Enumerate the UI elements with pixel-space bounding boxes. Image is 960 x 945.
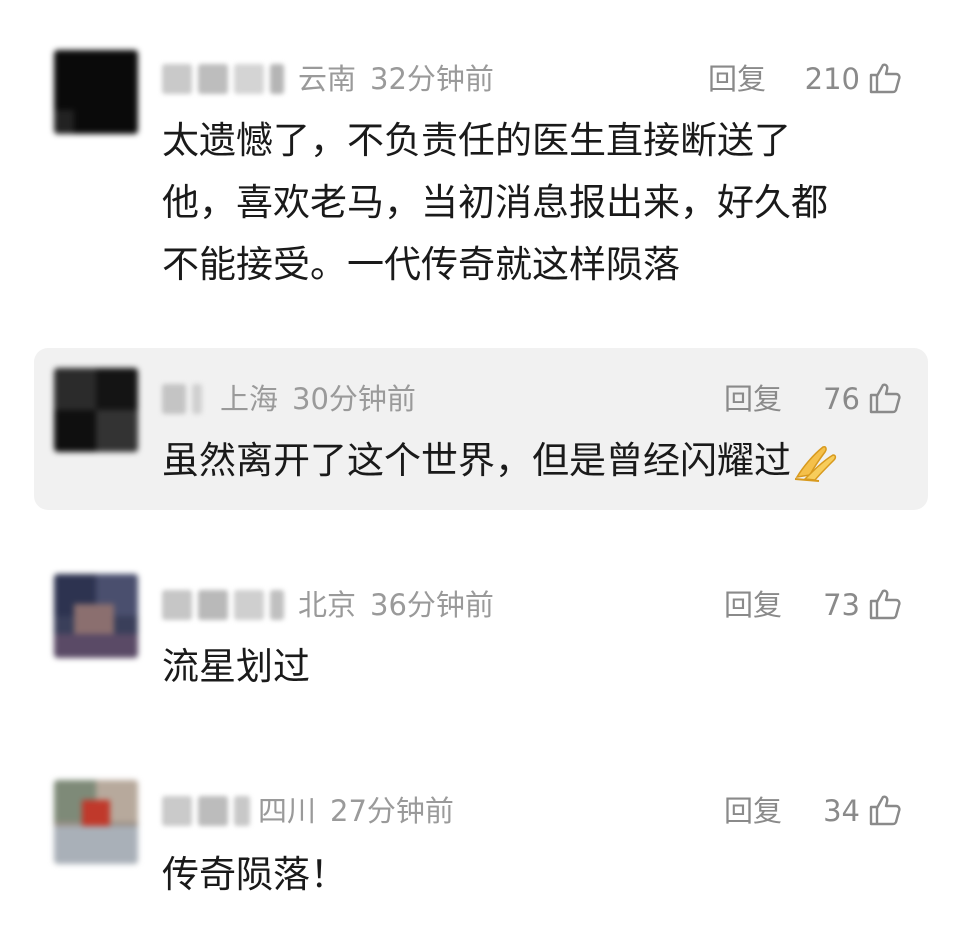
comment-text: 流星划过 bbox=[162, 636, 310, 698]
thumbs-up-icon[interactable] bbox=[868, 61, 902, 95]
comment-meta: 上海 30分钟前 bbox=[220, 380, 416, 418]
comment-text-line: 不能接受。一代传奇就这样陨落 bbox=[162, 243, 680, 286]
comment-meta: 北京 36分钟前 bbox=[298, 586, 494, 624]
thumbs-up-icon[interactable] bbox=[868, 587, 902, 621]
comment-text-line: 他，喜欢老马，当初消息报出来，好久都 bbox=[162, 181, 828, 224]
thumbs-up-icon[interactable] bbox=[868, 381, 902, 415]
like-count: 210 bbox=[804, 62, 860, 96]
reply-button[interactable]: 回复 bbox=[724, 586, 782, 624]
comment-text: 传奇陨落！ bbox=[162, 844, 347, 906]
comment-text-line: 传奇陨落！ bbox=[162, 853, 347, 896]
reply-button[interactable]: 回复 bbox=[724, 380, 782, 418]
avatar[interactable] bbox=[54, 574, 138, 658]
timestamp-text: 27分钟前 bbox=[330, 794, 454, 828]
avatar[interactable] bbox=[54, 368, 138, 452]
timestamp-text: 30分钟前 bbox=[292, 382, 416, 416]
location-text: 云南 bbox=[298, 62, 357, 96]
username-blurred[interactable] bbox=[162, 60, 284, 98]
location-text: 上海 bbox=[220, 382, 279, 416]
timestamp-text: 36分钟前 bbox=[370, 588, 494, 622]
thumbs-up-icon[interactable] bbox=[868, 793, 902, 827]
comment-text: 虽然离开了这个世界，但是曾经闪耀过 bbox=[162, 430, 839, 492]
comment-text: 太遗憾了，不负责任的医生直接断送了 他，喜欢老马，当初消息报出来，好久都 不能接… bbox=[162, 110, 828, 296]
comment-text-line: 流星划过 bbox=[162, 645, 310, 688]
avatar[interactable] bbox=[54, 50, 138, 134]
location-text: 北京 bbox=[298, 588, 357, 622]
comment-meta: 四川 27分钟前 bbox=[258, 792, 454, 830]
comment-text-line: 太遗憾了，不负责任的医生直接断送了 bbox=[162, 119, 791, 162]
avatar[interactable] bbox=[54, 780, 138, 864]
folded-hands-emoji bbox=[794, 445, 837, 482]
reply-button[interactable]: 回复 bbox=[724, 792, 782, 830]
like-count: 76 bbox=[823, 382, 860, 416]
username-blurred[interactable] bbox=[162, 380, 202, 418]
comment-meta: 云南 32分钟前 bbox=[298, 60, 494, 98]
comment-text-line: 虽然离开了这个世界，但是曾经闪耀过 bbox=[162, 439, 791, 482]
location-text: 四川 bbox=[258, 794, 317, 828]
timestamp-text: 32分钟前 bbox=[370, 62, 494, 96]
reply-button[interactable]: 回复 bbox=[708, 60, 766, 98]
like-count: 73 bbox=[823, 588, 860, 622]
like-count: 34 bbox=[823, 794, 860, 828]
username-blurred[interactable] bbox=[162, 586, 284, 624]
username-blurred[interactable] bbox=[162, 792, 250, 830]
